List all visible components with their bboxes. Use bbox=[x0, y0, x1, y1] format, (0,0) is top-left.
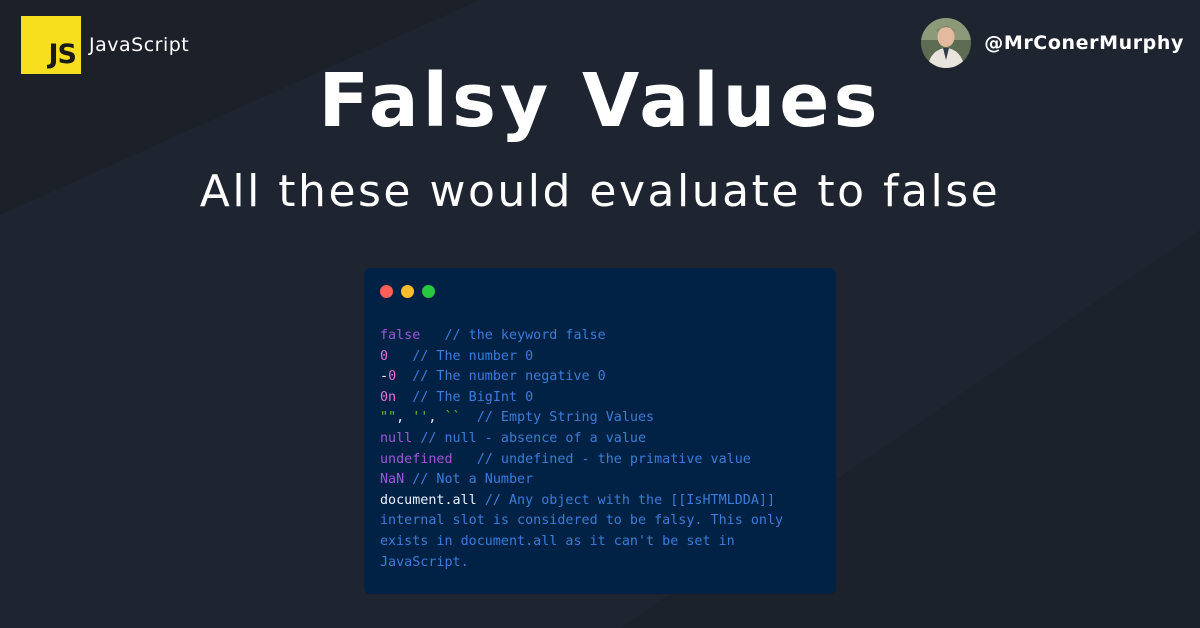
code-line: internal slot is considered to be falsy.… bbox=[380, 511, 783, 532]
code-token-string: "" bbox=[380, 410, 397, 426]
code-token-comment: // The number 0 bbox=[412, 348, 534, 364]
code-line: false // the keyword false bbox=[380, 326, 783, 347]
code-token-identifier: , bbox=[396, 410, 413, 426]
code-token-comment: // the keyword false bbox=[444, 328, 606, 343]
code-token-number: 0 bbox=[388, 369, 397, 385]
code-token-comment: // Not a Number bbox=[412, 472, 534, 488]
code-token-number: 0 bbox=[380, 348, 389, 364]
code-line: document.all // Any object with the [[Is… bbox=[380, 491, 783, 512]
code-line: undefined // undefined - the primative v… bbox=[380, 450, 783, 471]
code-token-comment: exists in document.all as it can't be se… bbox=[380, 533, 735, 549]
code-line: JavaScript. bbox=[380, 553, 783, 574]
code-line: -0 // The number negative 0 bbox=[380, 367, 783, 388]
code-block: false // the keyword false 0 // The numbe… bbox=[380, 326, 783, 573]
author-handle: @MrConerMurphy bbox=[984, 32, 1184, 54]
code-line: exists in document.all as it can't be se… bbox=[380, 532, 783, 553]
code-window: false // the keyword false 0 // The numbe… bbox=[364, 268, 836, 594]
code-token-number: 0n bbox=[380, 389, 397, 405]
minimize-dot-icon bbox=[401, 285, 414, 298]
code-line: 0 // The number 0 bbox=[380, 347, 783, 368]
code-token-identifier: , bbox=[428, 410, 445, 426]
code-line: "", '', `` // Empty String Values bbox=[380, 408, 783, 429]
maximize-dot-icon bbox=[422, 285, 435, 298]
code-token-comment: // null - absence of a value bbox=[420, 430, 647, 446]
code-token-comment: // Any object with the [[IsHTMLDDA]] bbox=[484, 492, 776, 508]
code-token-identifier: document.all bbox=[380, 492, 477, 508]
code-line: null // null - absence of a value bbox=[380, 429, 783, 450]
code-token-comment: // Empty String Values bbox=[476, 410, 655, 426]
code-line: 0n // The BigInt 0 bbox=[380, 388, 783, 409]
brand-name: JavaScript bbox=[89, 34, 190, 56]
code-token-comment: JavaScript. bbox=[380, 554, 469, 570]
code-token-keyword: null bbox=[380, 430, 413, 446]
code-token-comment: // The number negative 0 bbox=[412, 369, 606, 385]
code-token-string: `` bbox=[444, 410, 461, 426]
page-title: Falsy Values bbox=[318, 58, 882, 144]
code-token-string: '' bbox=[412, 410, 429, 426]
window-controls bbox=[380, 285, 443, 298]
code-token-comment: // The BigInt 0 bbox=[412, 389, 534, 405]
code-token-identifier: - bbox=[380, 369, 389, 385]
code-token-keyword: false bbox=[380, 328, 421, 343]
close-dot-icon bbox=[380, 285, 393, 298]
code-token-comment: internal slot is considered to be falsy.… bbox=[380, 513, 784, 529]
code-line: NaN // Not a Number bbox=[380, 470, 783, 491]
code-token-keyword: NaN bbox=[380, 472, 405, 488]
page-subtitle: All these would evaluate to false bbox=[199, 166, 1001, 217]
code-token-comment: // undefined - the primative value bbox=[476, 451, 751, 467]
code-token-keyword: undefined bbox=[380, 451, 453, 467]
